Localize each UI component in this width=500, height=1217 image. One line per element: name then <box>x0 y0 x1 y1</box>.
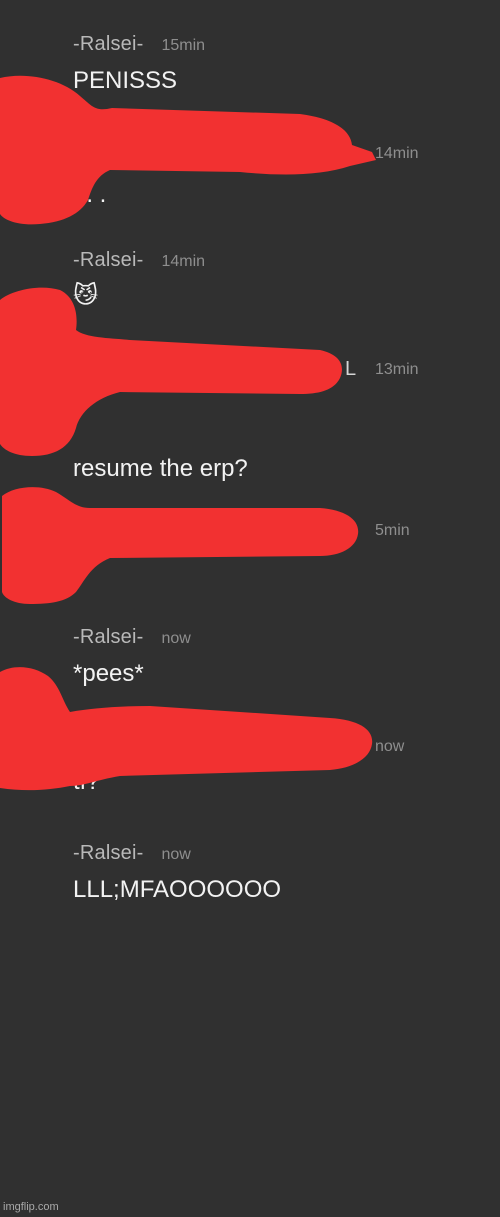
message-header: -Ralsei- 14min <box>73 249 493 275</box>
watermark: imgflip.com <box>3 1201 59 1213</box>
message-header: -Ralsei- now <box>73 842 493 868</box>
message-timestamp: 15min <box>161 37 206 54</box>
message-author[interactable]: -Ralsei- <box>73 33 144 56</box>
message-text: I- <box>73 391 88 418</box>
message-author[interactable]: -Ralsei- <box>73 626 144 649</box>
message-text: resume the erp? <box>73 455 248 482</box>
chat-log: -Ralsei- 15min PENISSS 14min . . . -Rals… <box>0 0 500 1217</box>
message-timestamp: 14min <box>161 253 206 270</box>
message-author[interactable]: -Ralsei- <box>73 249 144 272</box>
message-text: PENISSS <box>73 67 178 94</box>
cat-emoji-icon: 😼 <box>73 282 99 309</box>
message-text: . . . <box>73 181 107 208</box>
message-timestamp: now <box>375 738 405 755</box>
message-author[interactable]: -Ralsei- <box>73 842 144 865</box>
message-text: *pees* <box>73 660 144 687</box>
message-text: tf? <box>73 768 100 795</box>
message-group: -Ralsei- 14min 😼 <box>73 249 493 311</box>
message-group: -Ralsei- now LLL;MFAOOOOOO <box>73 842 493 905</box>
message-header: -Ralsei- now <box>73 626 493 652</box>
message-timestamp: 5min <box>375 522 410 539</box>
message-group: ? <box>73 550 493 580</box>
message-timestamp: 14min <box>375 145 419 162</box>
redaction-mark <box>2 487 359 604</box>
message-group: -Ralsei- now *pees* <box>73 626 493 689</box>
message-text: ? <box>73 551 87 578</box>
message-header: -Ralsei- 15min <box>73 33 493 59</box>
message-group: . . . <box>73 180 493 210</box>
message-group: -Ralsei- 15min PENISSS <box>73 33 493 96</box>
message-timestamp: now <box>161 846 191 863</box>
message-timestamp: now <box>161 630 191 647</box>
message-timestamp: 13min <box>375 361 419 378</box>
message-text: LLL;MFAOOOOOO <box>73 876 282 903</box>
message-group: I- resume the erp? <box>73 390 493 484</box>
message-group: tf? <box>73 767 493 797</box>
message-author[interactable]: L <box>345 358 356 381</box>
